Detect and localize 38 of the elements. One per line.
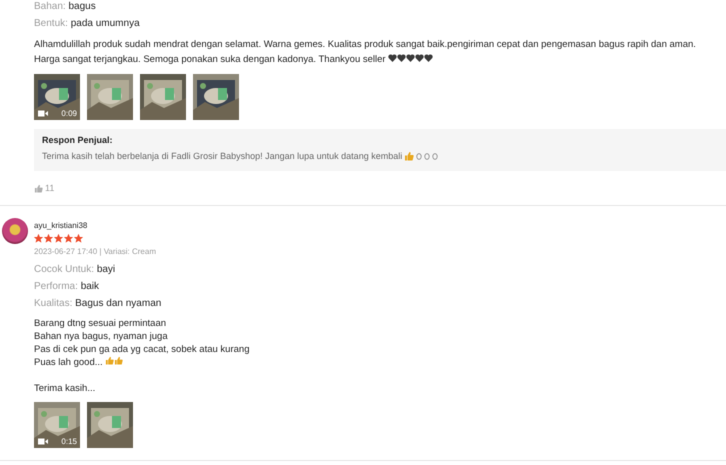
thumbs-up-icon: [105, 356, 114, 365]
review-attribute: Bentuk: pada umumnya: [34, 18, 141, 30]
username: ayu_kristiani38: [34, 221, 88, 230]
thumbs-up-icon: [404, 151, 414, 161]
star-icon: [44, 234, 53, 243]
star-icon: [74, 234, 83, 243]
photo-thumbnail[interactable]: [87, 74, 133, 120]
response-title: Respon Penjual:: [42, 135, 114, 145]
photo-thumbnail[interactable]: [193, 74, 239, 120]
video-duration: 0:09: [61, 109, 77, 118]
video-icon: [38, 110, 48, 117]
review-date: 2023-06-27 17:40 | Variasi: Cream: [34, 247, 157, 256]
review-attribute: Bahan: bagus: [34, 1, 97, 13]
review-attribute: Kualitas: Bagus dan nyaman: [34, 298, 162, 310]
review-text: Pas di cek pun ga ada yg cacat, sobek atau kurang: [34, 343, 250, 356]
review-text: Alhamdulillah produk sudah mendrat dengan selamat. Warna gemes. Kualitas produk sangat baik.pengiriman cepat dan pengemasan bagus rapih dan aman. Harga sangat terjangkau. Semoga ponakan suka dengan kadonya. Thankyou seller: [34, 38, 697, 67]
review-attribute: Performa: baik: [34, 281, 100, 293]
thumbs-up-icon: [114, 356, 124, 365]
star-icon: [64, 234, 73, 243]
video-thumbnail[interactable]: 0:15: [34, 402, 80, 448]
review-text: Bahan nya bagus, nyaman juga: [34, 330, 168, 343]
review-text: Barang dtng sesuai permintaan: [34, 317, 166, 330]
response-text: Terima kasih telah berbelanja di Fadli Grosir Babyshop! Jangan lupa untuk datang kembali: [42, 151, 402, 161]
star-icon: [54, 234, 63, 243]
circle-icon: [432, 152, 438, 160]
photo-thumbnail[interactable]: [87, 402, 133, 448]
like-icon: [34, 184, 43, 192]
video-duration: 0:15: [61, 437, 77, 446]
circle-icon: [416, 152, 422, 160]
review-text: Terima kasih...: [34, 382, 96, 395]
photo-thumbnail[interactable]: [140, 74, 186, 120]
star-icon: [34, 234, 43, 243]
avatar[interactable]: [2, 218, 28, 244]
circle-icon: [424, 152, 430, 160]
review-attribute: Cocok Untuk: bayi: [34, 264, 116, 276]
video-thumbnail[interactable]: 0:09: [34, 74, 80, 120]
review-text: Puas lah good...: [34, 356, 124, 369]
video-icon: [38, 438, 48, 445]
